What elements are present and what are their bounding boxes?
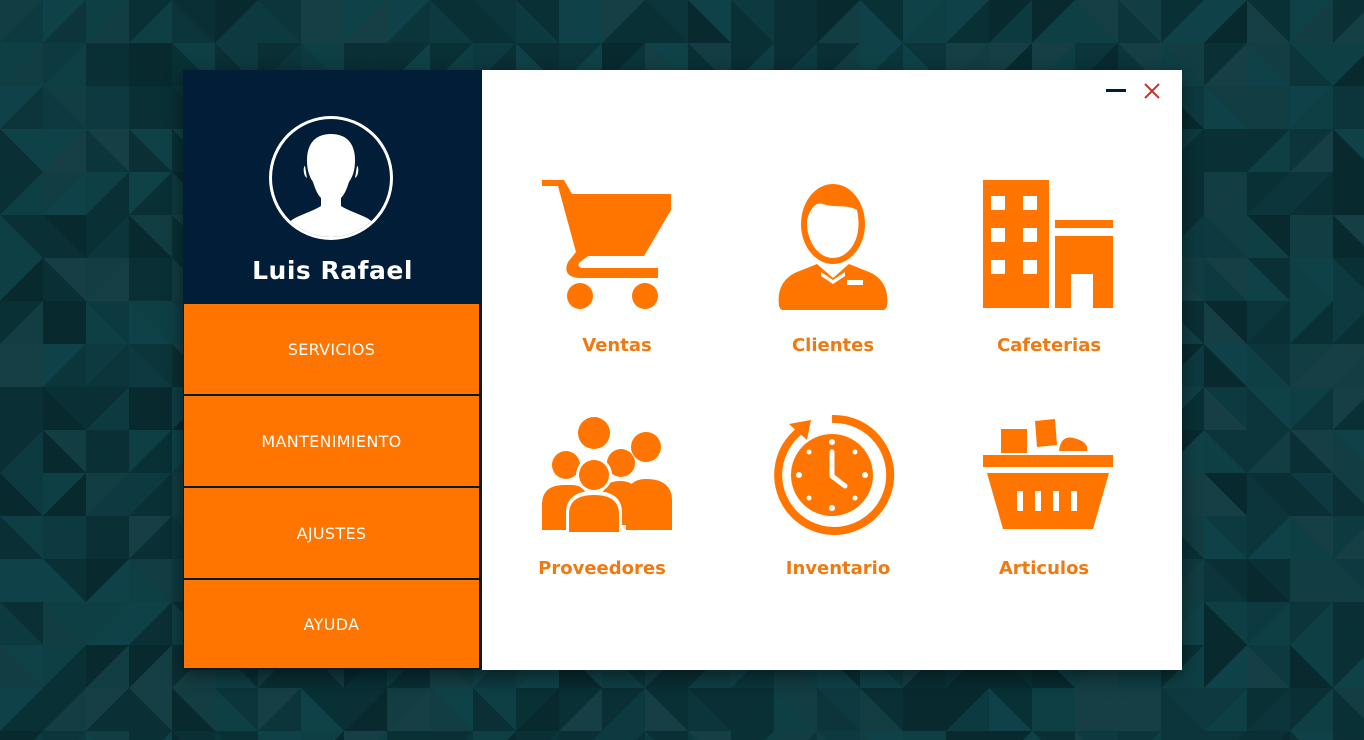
module-ventas[interactable]: Ventas [522,175,712,360]
minimize-icon [1106,89,1126,92]
shopping-cart-icon [542,180,671,309]
sidebar-menu: SERVICIOS MANTENIMIENTO AJUSTES AYUDA [184,304,479,668]
app-window: Luis Rafael SERVICIOS MANTENIMIENTO AJUS… [183,70,1182,670]
close-button[interactable] [1139,78,1165,104]
menu-item-ajustes[interactable]: AJUSTES [184,488,479,578]
user-name: Luis Rafael [252,256,413,285]
menu-item-servicios[interactable]: SERVICIOS [184,304,479,394]
sidebar: Luis Rafael SERVICIOS MANTENIMIENTO AJUS… [183,70,482,670]
module-label: Proveedores [538,558,666,579]
minimize-button[interactable] [1103,78,1129,104]
menu-item-mantenimiento[interactable]: MANTENIMIENTO [184,396,479,486]
group-icon [542,417,672,535]
module-clientes[interactable]: Clientes [738,175,928,360]
user-profile: Luis Rafael [183,70,482,304]
clock-refresh-icon [774,414,895,535]
module-inventario[interactable]: Inventario [738,410,928,585]
main-content: Ventas Clientes Cafeterias Proveedores I… [482,70,1182,670]
menu-item-ayuda[interactable]: AYUDA [184,580,479,668]
user-avatar-icon [269,116,393,240]
module-cafeterias[interactable]: Cafeterias [954,175,1144,360]
module-label: Inventario [785,558,891,579]
background-triangle [1333,731,1364,740]
module-label: Cafeterias [996,335,1102,356]
building-icon [983,180,1113,310]
customer-icon [778,184,888,310]
module-proveedores[interactable]: Proveedores [522,410,712,585]
module-label: Articulos [998,558,1090,579]
module-articulos[interactable]: Articulos [954,410,1144,585]
module-label: Ventas [582,335,652,356]
basket-icon [983,419,1113,529]
close-icon [1144,83,1160,99]
module-label: Clientes [791,335,875,356]
